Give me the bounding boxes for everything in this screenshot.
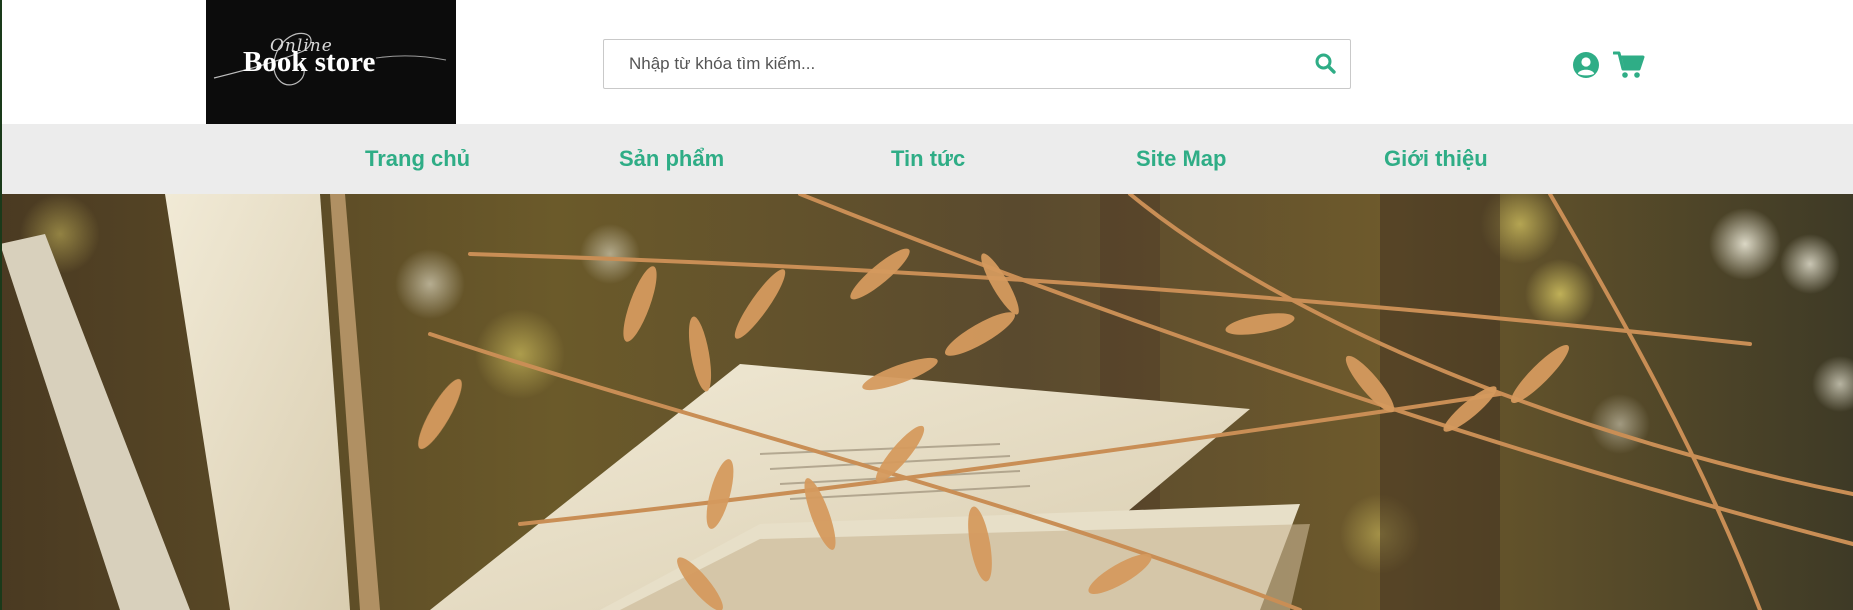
search-icon <box>1315 53 1336 74</box>
logo-brand-name: Book store <box>243 46 376 78</box>
site-logo[interactable]: Online Book store <box>206 0 456 124</box>
page-edge <box>0 0 2 610</box>
main-nav: Trang chủ Sản phẩm Tin tức Site Map Giới… <box>2 124 1853 194</box>
site-header: Online Book store <box>0 0 1853 124</box>
hero-banner <box>0 194 1853 610</box>
nav-item-news[interactable]: Tin tức <box>891 124 965 194</box>
nav-item-about[interactable]: Giới thiệu <box>1384 124 1488 194</box>
nav-item-home[interactable]: Trang chủ <box>365 124 470 194</box>
nav-item-sitemap[interactable]: Site Map <box>1136 124 1226 194</box>
user-circle-icon <box>1573 52 1599 78</box>
hero-image <box>0 194 1853 610</box>
search-bar <box>603 39 1351 89</box>
account-button[interactable] <box>1572 51 1600 79</box>
search-button[interactable] <box>1312 50 1340 78</box>
cart-button[interactable] <box>1612 50 1645 80</box>
search-input[interactable] <box>604 40 1284 88</box>
nav-item-products[interactable]: Sản phẩm <box>619 124 724 194</box>
shopping-cart-icon <box>1612 51 1645 78</box>
